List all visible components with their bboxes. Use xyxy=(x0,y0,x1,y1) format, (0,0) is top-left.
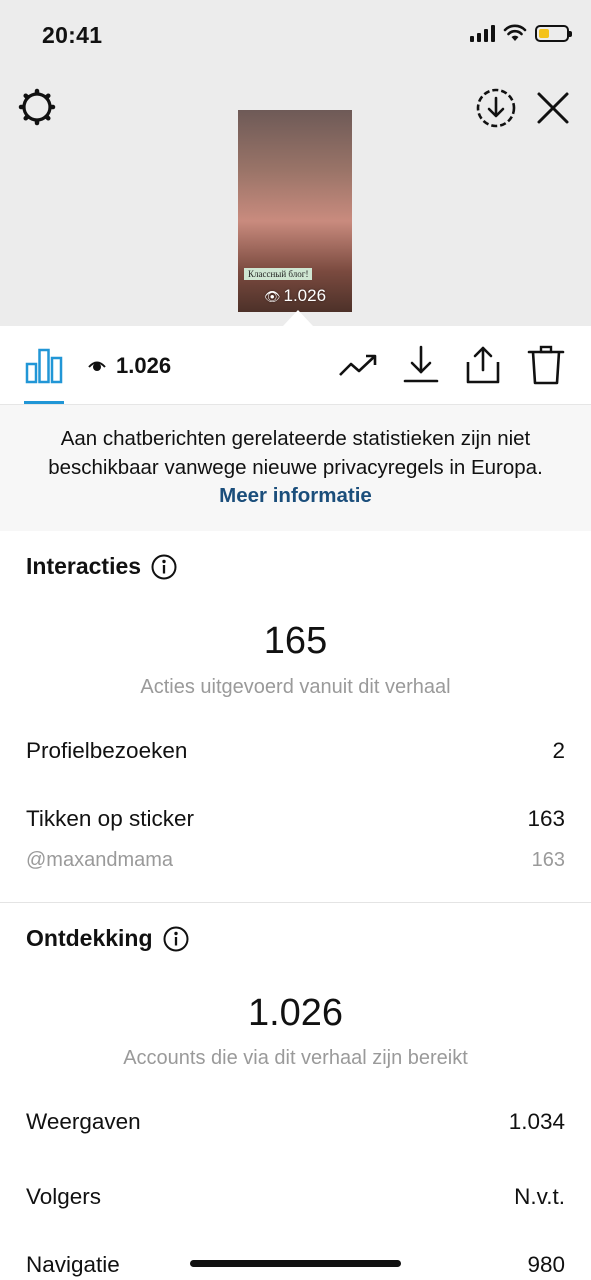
close-button[interactable] xyxy=(533,88,573,128)
discovery-total: 1.026 xyxy=(247,992,344,1034)
toolbar-view-count: 1.026 xyxy=(116,353,172,378)
followers-row: Volgers N.v.t. xyxy=(26,1184,565,1210)
row-label: Weergaven xyxy=(26,1109,141,1134)
home-indicator xyxy=(190,1260,401,1267)
discovery-section-title: Ontdekking xyxy=(26,925,189,952)
cellular-signal-icon xyxy=(470,24,495,42)
row-label: Navigatie xyxy=(26,1252,120,1277)
row-value: 163 xyxy=(531,849,565,871)
bar-chart-icon xyxy=(25,348,63,384)
share-icon xyxy=(466,346,500,384)
eye-icon xyxy=(88,361,106,371)
interactions-info-button[interactable] xyxy=(151,554,177,580)
trash-icon xyxy=(527,345,565,385)
promote-button[interactable] xyxy=(337,344,379,386)
delete-button[interactable] xyxy=(525,344,567,386)
section-divider xyxy=(0,902,591,903)
row-value: 980 xyxy=(527,1252,565,1277)
wifi-icon xyxy=(503,24,527,41)
info-icon xyxy=(163,926,189,951)
more-info-link[interactable]: Meer informatie xyxy=(219,484,372,507)
status-bar: 20:41 xyxy=(0,0,591,70)
impressions-row: Weergaven 1.034 xyxy=(26,1109,565,1135)
info-icon xyxy=(151,554,177,579)
settings-button[interactable] xyxy=(18,88,56,126)
privacy-notice: Aan chatberichten gerelateerde statistie… xyxy=(0,405,591,531)
row-label: Tikken op sticker xyxy=(26,806,194,831)
profile-visits-row: Profielbezoeken 2 xyxy=(26,738,565,764)
interactions-caption: Acties uitgevoerd vanuit dit verhaal xyxy=(140,676,451,698)
insights-tab[interactable] xyxy=(24,346,64,386)
story-sticker: Классный блог! xyxy=(244,268,313,280)
privacy-notice-text: Aan chatberichten gerelateerde statistie… xyxy=(48,427,543,479)
row-label: @maxandmama xyxy=(26,849,174,871)
download-button[interactable] xyxy=(400,344,442,386)
save-story-button[interactable] xyxy=(474,86,518,130)
battery-icon xyxy=(535,24,572,42)
discovery-caption: Accounts die via dit verhaal zijn bereik… xyxy=(123,1047,468,1069)
story-toolbar: 1.026 xyxy=(0,326,591,405)
selected-story-caret xyxy=(283,310,313,326)
discovery-info-button[interactable] xyxy=(163,926,189,952)
row-value: 1.034 xyxy=(508,1109,565,1134)
gear-icon xyxy=(18,88,56,126)
active-tab-indicator xyxy=(24,401,64,404)
eye-icon: 👁 xyxy=(263,289,281,304)
story-thumbnail[interactable]: Классный блог! 👁 1.026 xyxy=(238,110,352,312)
interactions-total: 165 xyxy=(263,620,328,662)
status-time: 20:41 xyxy=(42,22,103,48)
sticker-mention-row[interactable]: @maxandmama 163 xyxy=(26,849,565,872)
trending-up-icon xyxy=(339,354,377,376)
download-circle-icon xyxy=(476,88,516,128)
close-icon xyxy=(537,92,569,124)
row-label: Profielbezoeken xyxy=(26,738,188,763)
sticker-taps-row: Tikken op sticker 163 xyxy=(26,806,565,832)
interactions-section-title: Interacties xyxy=(26,553,177,580)
row-value: N.v.t. xyxy=(514,1184,565,1209)
story-view-count: 👁 1.026 xyxy=(263,286,327,305)
row-label: Volgers xyxy=(26,1184,102,1209)
story-header: Классный блог! 👁 1.026 xyxy=(0,70,591,326)
share-button[interactable] xyxy=(462,344,504,386)
row-value: 2 xyxy=(552,738,565,763)
row-value: 163 xyxy=(527,806,565,831)
download-icon xyxy=(403,345,439,383)
viewers-button[interactable]: 1.026 xyxy=(88,353,171,379)
status-icons xyxy=(470,24,572,42)
